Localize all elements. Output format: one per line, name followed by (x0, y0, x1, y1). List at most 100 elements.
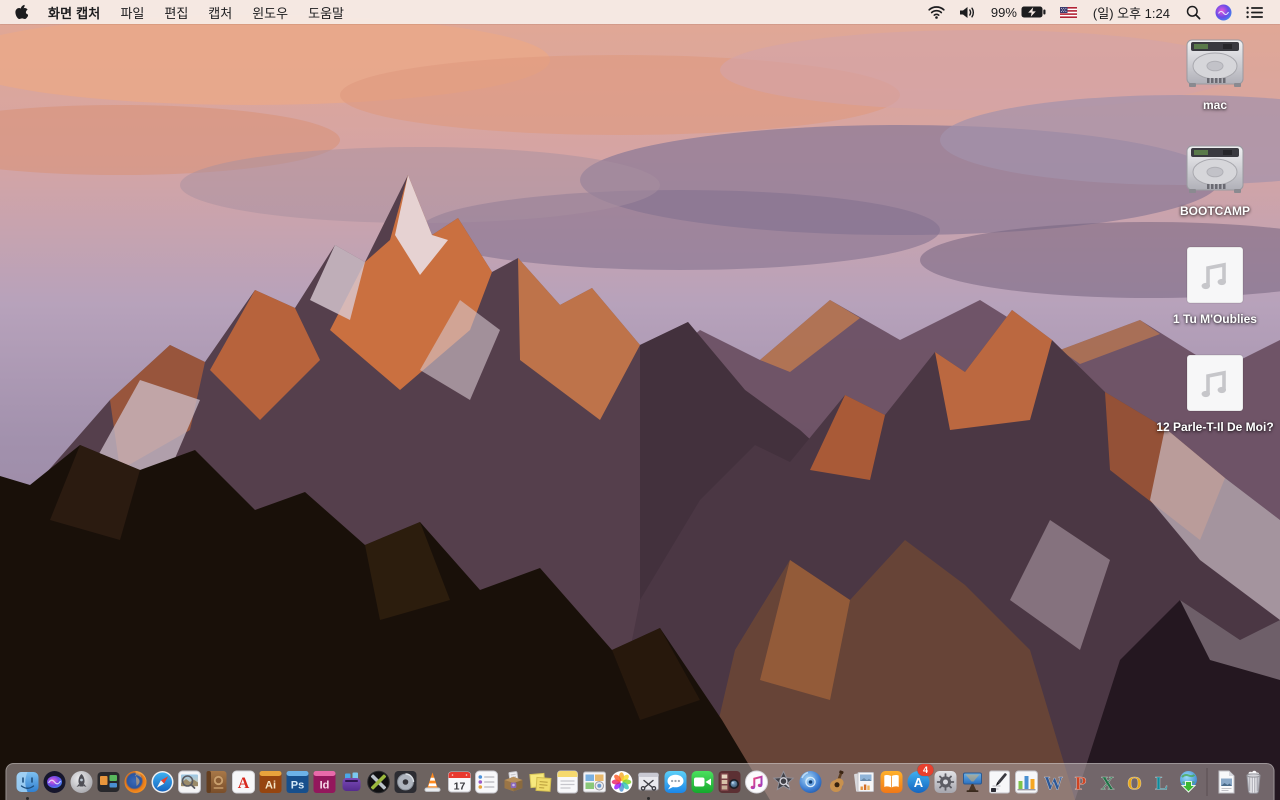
harddrive-icon (1183, 140, 1247, 201)
desktop-icon-column: mac BOOTCAMP 1 Tu M'Oublies 12 Parle-T-Il D… (1152, 34, 1278, 462)
dock-item-trash[interactable] (1240, 767, 1267, 797)
svg-text:A: A (237, 775, 249, 792)
dock-item-launchpad[interactable] (68, 767, 95, 797)
dock-item-excel[interactable]: X (1094, 767, 1121, 797)
siri-menu[interactable] (1208, 0, 1239, 24)
dock-item-keynote[interactable] (959, 767, 986, 797)
dock-item-word[interactable]: W (1040, 767, 1067, 797)
dock-item-star-search[interactable] (770, 767, 797, 797)
dock-item-outlook[interactable]: O (1121, 767, 1148, 797)
reminders-icon (473, 769, 499, 795)
dock-item-grab[interactable] (635, 767, 662, 800)
globe-download-icon (1175, 769, 1201, 795)
battery-charging-icon (1021, 6, 1046, 18)
desktop-icon-1-tu-m-oublies[interactable]: 1 Tu M'Oublies (1173, 246, 1257, 327)
dock-item-vlc[interactable] (419, 767, 446, 797)
svg-text:17: 17 (453, 780, 465, 792)
clock[interactable]: (일) 오후 1:24 (1084, 0, 1179, 24)
lync-icon: L (1148, 769, 1174, 795)
dock-item-preview[interactable] (176, 767, 203, 797)
spotlight-menu[interactable] (1179, 0, 1208, 24)
powerpoint-icon: P (1067, 769, 1093, 795)
menu-bar-left: 화면 캡처 파일 편집 캡처 윈도우 도움말 (0, 0, 354, 24)
active-app-name[interactable]: 화면 캡처 (38, 3, 110, 22)
dock-item-mission-control[interactable] (95, 767, 122, 797)
menu-window[interactable]: 윈도우 (242, 0, 298, 24)
dock-item-numbers[interactable] (1013, 767, 1040, 797)
dock-item-messages[interactable] (662, 767, 689, 797)
apple-menu[interactable] (0, 0, 38, 24)
wifi-icon (928, 6, 945, 19)
apple-icon (15, 4, 28, 20)
desktop-icon-12-parle-t-il-de-moi[interactable]: 12 Parle-T-Il De Moi? (1156, 354, 1274, 435)
menu-file[interactable]: 파일 (110, 0, 154, 24)
calendar-icon: 17 (446, 769, 472, 795)
messages-icon (662, 769, 688, 795)
dock-item-photoshop[interactable]: Ps (284, 767, 311, 797)
volume-icon (959, 6, 974, 18)
dock-item-indesign[interactable]: Id (311, 767, 338, 797)
dock-item-system-preferences[interactable] (932, 767, 959, 797)
dock-item-xbmc[interactable] (365, 767, 392, 797)
dock-item-powerpoint[interactable]: P (1067, 767, 1094, 797)
dock-item-document-file[interactable] (1213, 767, 1240, 797)
ibooks-icon (878, 769, 904, 795)
input-source-menu[interactable] (1053, 0, 1084, 24)
svg-text:Ai: Ai (265, 779, 276, 791)
dock-item-disk-utility[interactable] (392, 767, 419, 797)
harddrive-icon (1183, 34, 1247, 95)
svg-text:P: P (1074, 773, 1086, 794)
dock-item-calendar[interactable]: 17 (446, 767, 473, 797)
trash-icon (1240, 769, 1266, 795)
battery-menu[interactable]: 99% (984, 0, 1053, 24)
menu-capture[interactable]: 캡처 (198, 0, 242, 24)
dock-item-toast[interactable] (338, 767, 365, 797)
dock-item-acrobat[interactable]: A (230, 767, 257, 797)
siri-icon (1215, 4, 1232, 20)
search-icon (1186, 5, 1201, 19)
menu-edit[interactable]: 편집 (154, 0, 198, 24)
app-menus: 파일 편집 캡처 윈도우 도움말 (110, 0, 354, 24)
dock-item-globe-download[interactable] (1175, 767, 1202, 797)
running-indicator (25, 796, 29, 800)
garageband-icon (824, 769, 850, 795)
dock-item-safari[interactable] (149, 767, 176, 797)
desktop-icon-label: 1 Tu M'Oublies (1173, 312, 1257, 326)
menu-help[interactable]: 도움말 (298, 0, 354, 24)
dock-item-itunes[interactable] (743, 767, 770, 797)
menu-bar-status: 99% (일) 오후 1:24 (921, 0, 1280, 24)
dock-item-garageband[interactable] (824, 767, 851, 797)
dock-item-siri[interactable] (41, 767, 68, 797)
photo-collage-icon (581, 769, 607, 795)
desktop-icon-label: mac (1202, 98, 1228, 112)
dock-item-contacts[interactable] (203, 767, 230, 797)
dock-item-lync[interactable]: L (1148, 767, 1175, 797)
dock-item-finder[interactable] (14, 767, 41, 800)
dock-item-illustrator[interactable]: Ai (257, 767, 284, 797)
dock-item-photo-booth[interactable] (716, 767, 743, 797)
acrobat-icon: A (230, 769, 256, 795)
dock-item-firefox[interactable] (122, 767, 149, 797)
wifi-menu[interactable] (921, 0, 952, 24)
dock-item-stickies[interactable] (527, 767, 554, 797)
dock-item-facetime[interactable] (689, 767, 716, 797)
dock-item-photo-collage[interactable] (581, 767, 608, 797)
dock-item-unarchiver[interactable] (500, 767, 527, 797)
dock-item-dvd-player[interactable] (797, 767, 824, 797)
launchpad-icon (68, 769, 94, 795)
volume-menu[interactable] (952, 0, 984, 24)
dock-item-ibooks[interactable] (878, 767, 905, 797)
desktop-icon-mac[interactable]: mac (1183, 34, 1247, 113)
star-search-icon (770, 769, 796, 795)
itunes-icon (743, 769, 769, 795)
dock-item-notes[interactable] (554, 767, 581, 797)
dock-item-reminders[interactable] (473, 767, 500, 797)
dock-item-pages[interactable] (986, 767, 1013, 797)
dock-item-app-store[interactable]: A4 (905, 763, 934, 797)
notification-center-menu[interactable] (1239, 0, 1270, 24)
dock-item-photos[interactable] (608, 767, 635, 797)
dock-item-newsstand[interactable] (851, 767, 878, 797)
contacts-icon (203, 769, 229, 795)
battery-percent: 99% (990, 4, 1017, 20)
desktop-icon-bootcamp[interactable]: BOOTCAMP (1180, 140, 1250, 219)
